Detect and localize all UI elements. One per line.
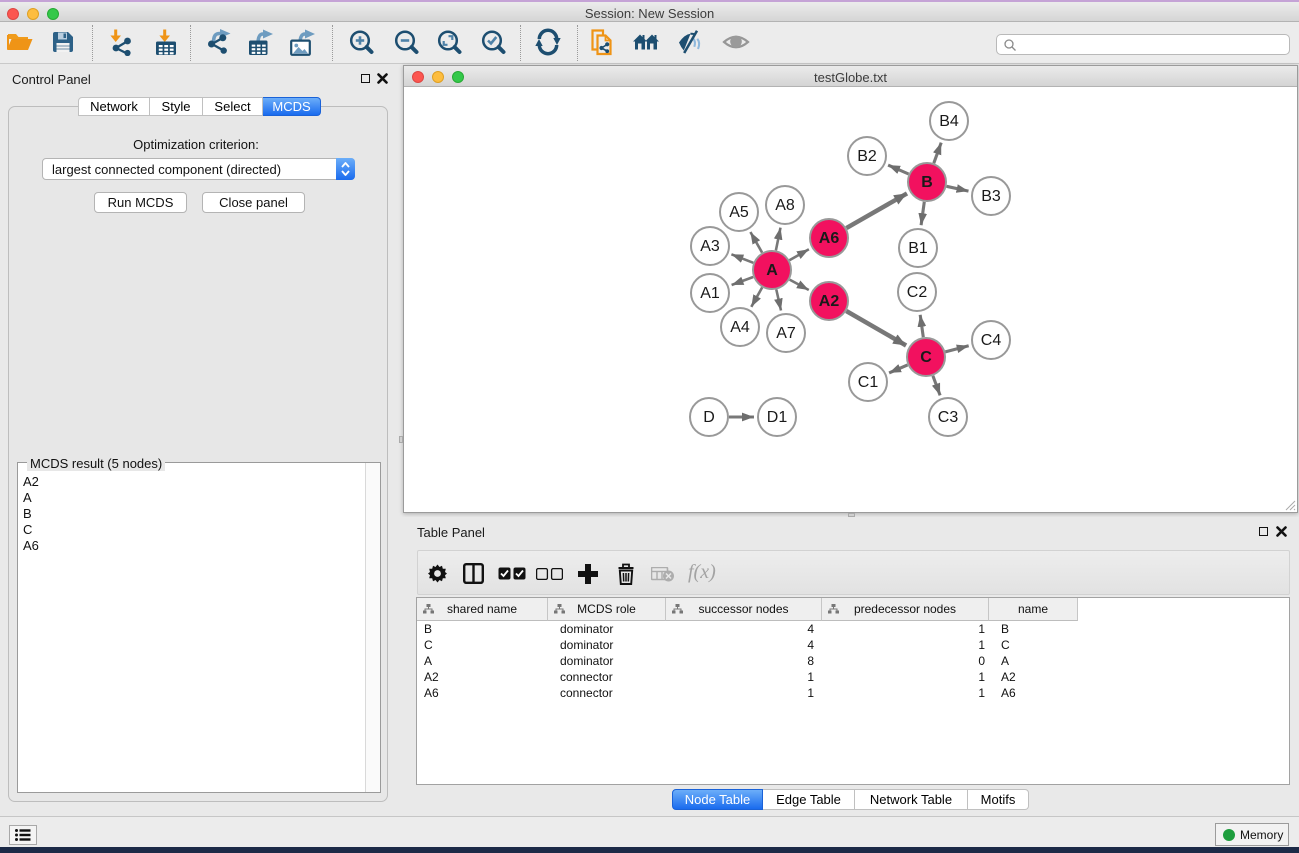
- svg-text:D1: D1: [767, 409, 788, 426]
- svg-text:C4: C4: [981, 332, 1002, 349]
- svg-text:B2: B2: [857, 148, 877, 165]
- svg-text:C2: C2: [907, 284, 928, 301]
- svg-text:A1: A1: [700, 285, 720, 302]
- svg-text:A6: A6: [819, 230, 840, 247]
- svg-text:B1: B1: [908, 240, 928, 257]
- svg-text:A8: A8: [775, 197, 795, 214]
- svg-text:A5: A5: [729, 204, 749, 221]
- svg-text:C3: C3: [938, 409, 959, 426]
- svg-text:B4: B4: [939, 113, 959, 130]
- svg-text:C: C: [920, 349, 932, 366]
- svg-text:A3: A3: [700, 238, 720, 255]
- svg-text:A: A: [766, 262, 778, 279]
- svg-text:A4: A4: [730, 319, 750, 336]
- svg-text:A7: A7: [776, 325, 796, 342]
- svg-text:D: D: [703, 409, 715, 426]
- svg-text:B: B: [921, 174, 933, 191]
- svg-text:A2: A2: [819, 293, 840, 310]
- svg-text:C1: C1: [858, 374, 879, 391]
- svg-text:B3: B3: [981, 188, 1001, 205]
